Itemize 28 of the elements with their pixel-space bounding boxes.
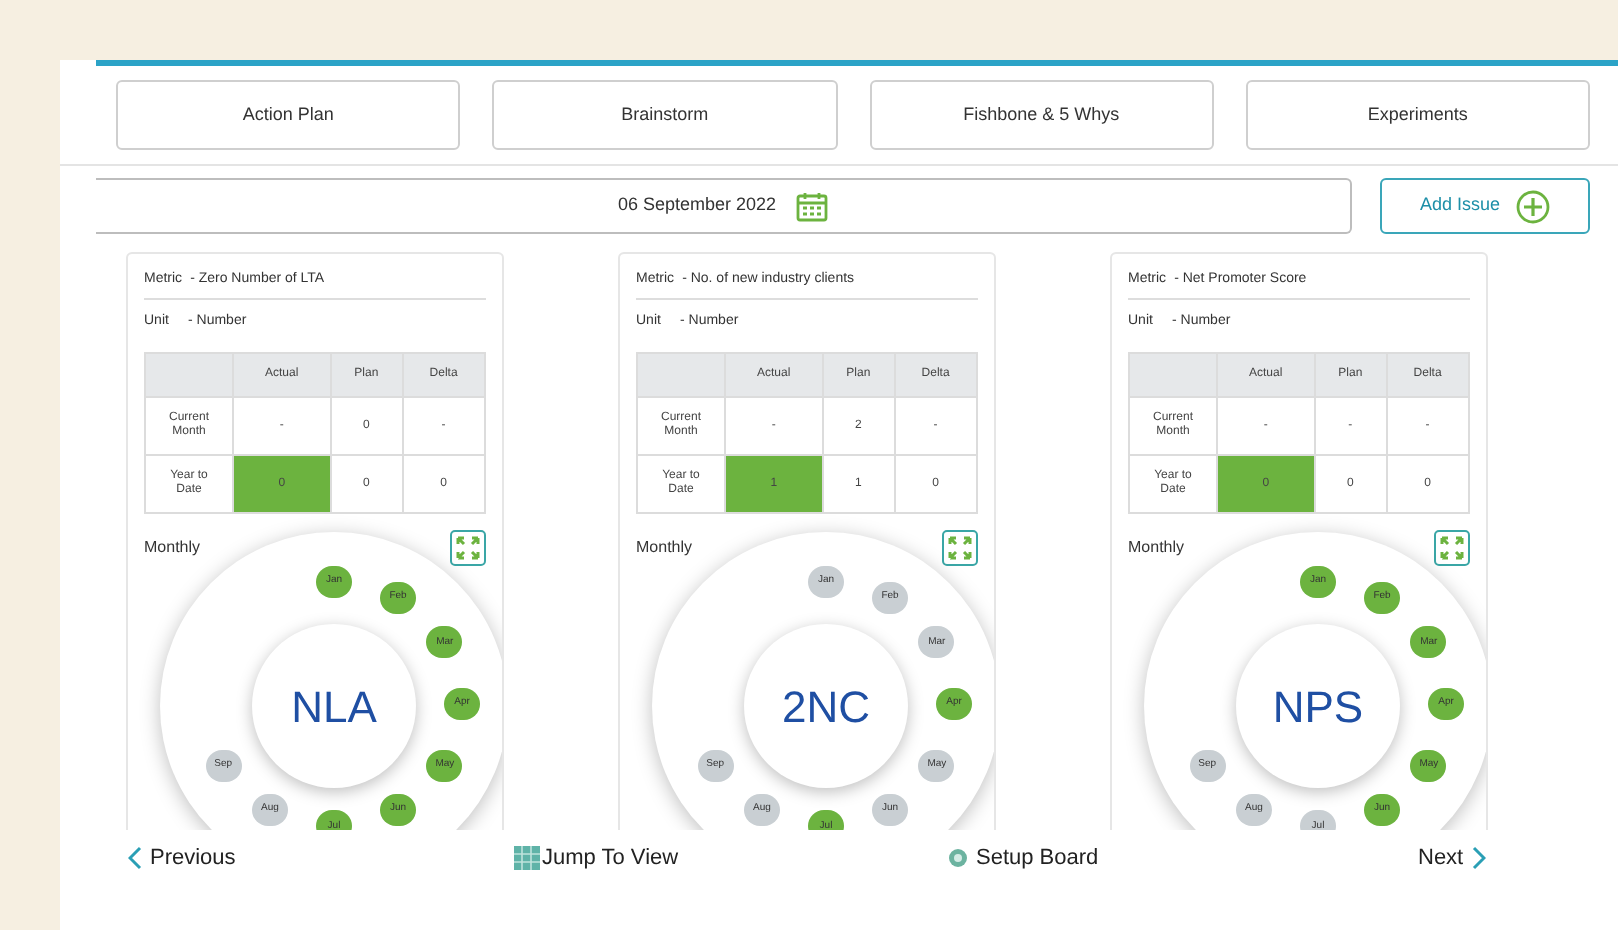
metric-code: NLA [291,679,377,735]
tab[interactable]: Experiments [1245,80,1590,150]
monthly-label: Monthly [636,536,693,560]
setup-board-button[interactable]: Setup Board [948,841,1099,875]
grid-icon [514,846,540,870]
header-cell [145,353,233,397]
next-button[interactable]: Next [1418,841,1486,875]
date-field[interactable]: 06 September 2022 [96,178,1352,234]
previous-button[interactable]: Previous [128,841,236,875]
calendar-icon[interactable] [796,191,829,221]
metric-code: 2NC [781,679,870,735]
jump-to-view-button[interactable]: Jump To View [514,841,679,875]
expand-icon[interactable] [942,530,978,566]
add-issue-button[interactable]: Add Issue [1380,178,1590,234]
tab[interactable]: Brainstorm [492,80,837,150]
monthly-label: Monthly [144,536,201,560]
plus-circle-icon [1516,189,1551,223]
metric-code: NPS [1272,679,1364,735]
header-cell [1129,353,1217,397]
expand-icon[interactable] [1434,530,1470,566]
expand-icon[interactable] [450,530,486,566]
header-cell [637,353,725,397]
monthly-label: Monthly [1128,536,1185,560]
date-text: 06 September 2022 [617,192,777,219]
chevron-right-icon [1471,846,1486,870]
tab[interactable]: Action Plan [116,80,461,150]
tab[interactable]: Fishbone & 5 Whys [869,80,1214,150]
chevron-left-icon [128,846,142,870]
